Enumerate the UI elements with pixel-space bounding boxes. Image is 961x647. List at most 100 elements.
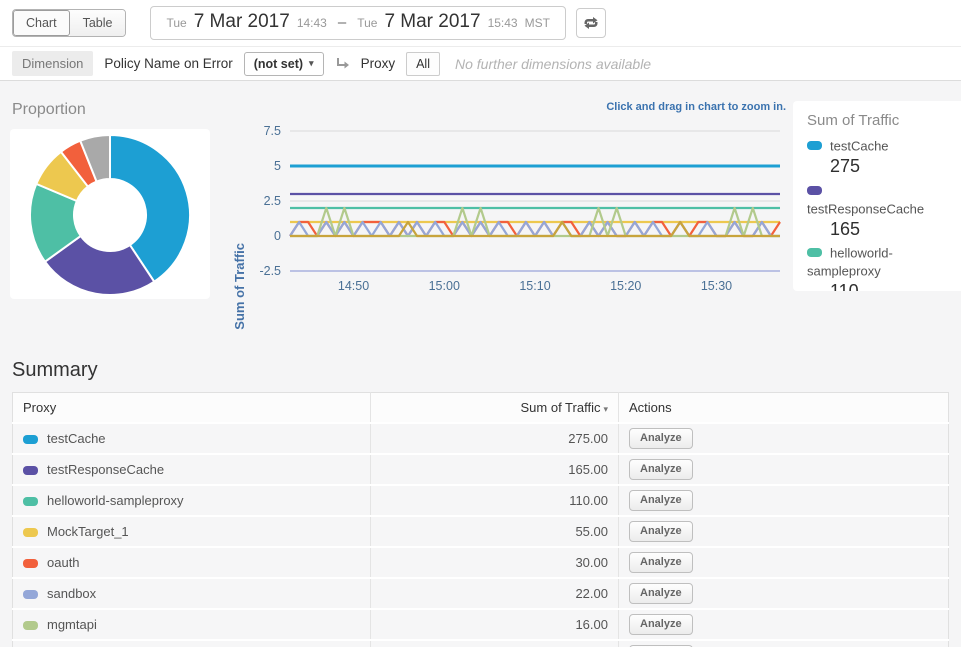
series-color-dot bbox=[23, 590, 38, 599]
end-date: 7 Mar 2017 bbox=[384, 11, 480, 33]
view-toggle: Chart Table bbox=[12, 9, 126, 37]
traffic-value: 275.00 bbox=[371, 423, 619, 454]
date-range-picker[interactable]: Tue 7 Mar 2017 14:43 – Tue 7 Mar 2017 15… bbox=[150, 6, 565, 40]
y-tick-label: 2.5 bbox=[264, 194, 281, 208]
legend-item[interactable]: testResponseCache 165 bbox=[793, 181, 961, 244]
analyze-button[interactable]: Analyze bbox=[629, 614, 693, 635]
proportion-card bbox=[10, 129, 210, 299]
traffic-value: 110.00 bbox=[371, 485, 619, 516]
table-header-row: Proxy Sum of Traffic▾ Actions bbox=[13, 393, 949, 424]
summary-table-body: testCache 275.00 Analyze testResponseCache 1… bbox=[13, 423, 949, 647]
legend-item-label: testResponseCache bbox=[807, 201, 924, 216]
refresh-icon bbox=[583, 16, 599, 30]
dimension-bar: Dimension Policy Name on Error (not set)… bbox=[0, 46, 961, 81]
table-row: helloworld-sampleproxy 110.00 Analyze bbox=[13, 485, 949, 516]
chart-view-button[interactable]: Chart bbox=[13, 10, 70, 36]
proxy-name: sandbox bbox=[47, 586, 96, 601]
chevron-down-icon: ▾ bbox=[309, 58, 314, 69]
x-tick-label: 15:00 bbox=[429, 279, 460, 293]
dimension-value: (not set) bbox=[254, 57, 303, 71]
proportion-panel: Proportion bbox=[10, 93, 210, 305]
traffic-value: 3.00 bbox=[371, 640, 619, 647]
y-tick-label: 0 bbox=[274, 229, 281, 243]
zoom-hint: Click and drag in chart to zoom in. bbox=[606, 101, 786, 113]
proxy-name: helloworld-sampleproxy bbox=[47, 493, 184, 508]
proxy-name: testCache bbox=[47, 431, 106, 446]
traffic-value: 22.00 bbox=[371, 578, 619, 609]
series-color-dot bbox=[807, 141, 822, 150]
series-color-dot bbox=[807, 186, 822, 195]
end-time: 15:43 bbox=[488, 16, 518, 30]
column-header-sum-of-traffic[interactable]: Sum of Traffic▾ bbox=[371, 393, 619, 424]
traffic-value: 55.00 bbox=[371, 516, 619, 547]
y-tick-label: -2.5 bbox=[259, 264, 281, 278]
column-header-proxy[interactable]: Proxy bbox=[13, 393, 371, 424]
analyze-button[interactable]: Analyze bbox=[629, 459, 693, 480]
legend-item[interactable]: testCache275 bbox=[793, 136, 961, 181]
refresh-button[interactable] bbox=[576, 8, 606, 38]
traffic-value: 16.00 bbox=[371, 609, 619, 640]
timezone-label: MST bbox=[525, 16, 550, 30]
end-day: Tue bbox=[357, 16, 377, 30]
table-row: mgmtapi 16.00 Analyze bbox=[13, 609, 949, 640]
y-axis-label: Sum of Traffic bbox=[232, 211, 246, 361]
x-tick-label: 15:20 bbox=[610, 279, 641, 293]
start-date: 7 Mar 2017 bbox=[194, 11, 290, 33]
primary-dimension-label: Policy Name on Error bbox=[104, 56, 232, 71]
traffic-value: 165.00 bbox=[371, 454, 619, 485]
series-color-dot bbox=[23, 466, 38, 475]
summary-section: Summary Proxy Sum of Traffic▾ Actions te… bbox=[0, 359, 961, 647]
dimension-value-dropdown[interactable]: (not set) ▾ bbox=[244, 52, 324, 76]
table-row: oauth 30.00 Analyze bbox=[13, 547, 949, 578]
analyze-button[interactable]: Analyze bbox=[629, 552, 693, 573]
column-header-actions: Actions bbox=[619, 393, 949, 424]
proportion-donut-chart[interactable] bbox=[10, 129, 210, 299]
legend-title: Sum of Traffic bbox=[793, 101, 961, 136]
proxy-name: mgmtapi bbox=[47, 617, 97, 632]
date-range-separator: – bbox=[334, 14, 350, 31]
secondary-dimension-label: Proxy bbox=[361, 56, 396, 71]
start-day: Tue bbox=[166, 16, 186, 30]
x-tick-label: 15:30 bbox=[701, 279, 732, 293]
legend-item-value: 110 bbox=[830, 280, 947, 291]
series-color-dot bbox=[23, 621, 38, 630]
legend-list: testCache275 testResponseCache 165hellowor… bbox=[793, 136, 961, 291]
legend-item-value: 165 bbox=[830, 218, 947, 241]
series-color-dot bbox=[807, 248, 822, 257]
proxy-name: MockTarget_1 bbox=[47, 524, 129, 539]
timeseries-panel: Click and drag in chart to zoom in. Sum … bbox=[230, 93, 786, 305]
start-time: 14:43 bbox=[297, 16, 327, 30]
summary-table: Proxy Sum of Traffic▾ Actions testCache 2… bbox=[12, 392, 949, 647]
x-tick-label: 15:10 bbox=[519, 279, 550, 293]
analyze-button[interactable]: Analyze bbox=[629, 521, 693, 542]
traffic-line-chart[interactable]: -2.502.557.514:5015:0015:1015:2015:30 bbox=[244, 119, 784, 305]
proxy-name: oauth bbox=[47, 555, 80, 570]
legend-item[interactable]: helloworld-sampleproxy110 bbox=[793, 243, 961, 291]
legend-panel: Sum of Traffic testCache275testResponseC… bbox=[793, 101, 961, 291]
series-color-dot bbox=[23, 528, 38, 537]
top-toolbar: Chart Table Tue 7 Mar 2017 14:43 – Tue 7… bbox=[0, 0, 961, 46]
table-view-button[interactable]: Table bbox=[70, 10, 126, 36]
proportion-title: Proportion bbox=[12, 101, 210, 119]
y-tick-label: 5 bbox=[274, 159, 281, 173]
y-tick-label: 7.5 bbox=[264, 124, 281, 138]
table-row: sandbox 22.00 Analyze bbox=[13, 578, 949, 609]
drilldown-arrow-icon bbox=[335, 57, 350, 70]
series-line-sandbox bbox=[290, 222, 780, 236]
charts-row: Proportion Click and drag in chart to zo… bbox=[0, 81, 961, 305]
proxy-name: testResponseCache bbox=[47, 462, 164, 477]
analyze-button[interactable]: Analyze bbox=[629, 490, 693, 511]
sort-caret-icon: ▾ bbox=[603, 404, 608, 414]
analyze-button[interactable]: Analyze bbox=[629, 428, 693, 449]
series-color-dot bbox=[23, 559, 38, 568]
table-row: testCache 275.00 Analyze bbox=[13, 423, 949, 454]
traffic-value: 30.00 bbox=[371, 547, 619, 578]
proxy-all-button[interactable]: All bbox=[406, 52, 440, 76]
series-color-dot bbox=[23, 497, 38, 506]
no-dimensions-note: No further dimensions available bbox=[455, 56, 651, 72]
series-color-dot bbox=[23, 435, 38, 444]
table-row: MockTarget_23.00Analyze bbox=[13, 640, 949, 647]
analyze-button[interactable]: Analyze bbox=[629, 583, 693, 604]
summary-title: Summary bbox=[12, 359, 949, 382]
table-row: testResponseCache 165.00 Analyze bbox=[13, 454, 949, 485]
